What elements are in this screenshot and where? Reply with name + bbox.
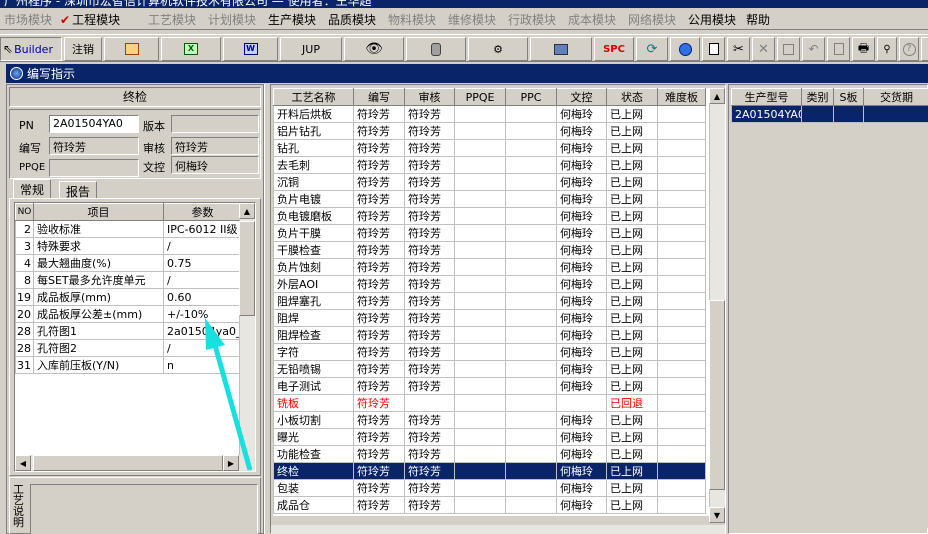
annotation-arrow bbox=[205, 318, 253, 471]
arrow-shaft bbox=[210, 337, 253, 471]
arrow-head bbox=[205, 318, 225, 350]
